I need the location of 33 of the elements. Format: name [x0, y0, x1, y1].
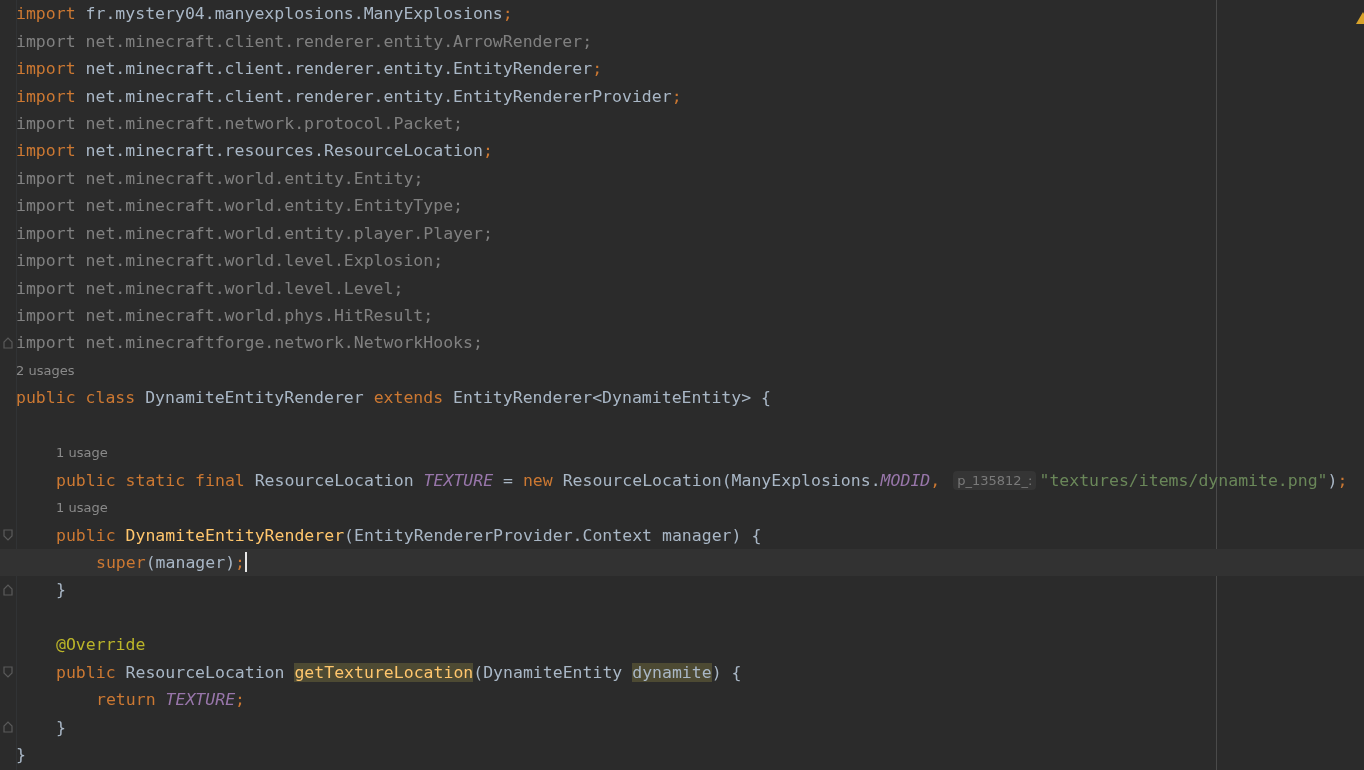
fold-marker-icon[interactable] [3, 583, 13, 596]
code-text: import net.minecraft.network.protocol.Packet; [16, 113, 464, 133]
code-text: import net.minecraft.client.renderer.entity.EntityRendererProvider; [16, 86, 682, 106]
code-text: import net.minecraft.world.entity.player.Player; [16, 223, 493, 243]
code-text: import net.minecraft.resources.ResourceLocation; [16, 141, 493, 161]
code-text: public ResourceLocation getTextureLocation(DynamiteEntity dynamite) { [56, 662, 742, 682]
code-text: import net.minecraft.world.entity.Entity; [16, 168, 424, 188]
code-text: public DynamiteEntityRenderer(EntityRendererProvider.Context manager) { [56, 525, 762, 545]
code-text: } [56, 580, 66, 600]
code-text: import net.minecraft.client.renderer.entity.ArrowRenderer; [16, 31, 593, 51]
code-text: public class DynamiteEntityRenderer extends EntityRenderer<DynamiteEntity> { [16, 388, 771, 408]
usage-count[interactable]: 1 usage [56, 500, 108, 516]
usage-count[interactable]: 1 usage [56, 445, 108, 461]
code-text: import net.minecraft.world.level.Level; [16, 278, 404, 298]
code-text: import net.minecraftforge.network.NetworkHooks; [16, 333, 483, 353]
code-text: @Override [56, 635, 146, 655]
code-text: import net.minecraft.world.phys.HitResult; [16, 306, 434, 326]
code-text: import fr.mystery04.manyexplosions.ManyExplosions; [16, 4, 513, 24]
fold-marker-icon[interactable] [3, 721, 13, 734]
fold-marker-icon[interactable] [3, 336, 13, 349]
code-text: import net.minecraft.client.renderer.entity.EntityRenderer; [16, 59, 603, 79]
code-text: } [16, 745, 26, 765]
code-text: "textures/items/dynamite.png"); [1039, 470, 1348, 490]
code-text: import net.minecraft.world.entity.EntityType; [16, 196, 464, 216]
code-text: import net.minecraft.world.level.Explosion; [16, 251, 444, 271]
code-text: } [56, 717, 66, 737]
code-text: public static final ResourceLocation TEXTURE = new ResourceLocation(ManyExplosions.MODID, [56, 470, 941, 490]
fold-marker-icon[interactable] [3, 666, 13, 679]
usage-count[interactable]: 2 usages [16, 362, 75, 378]
parameter-hint: p_135812_: [953, 470, 1037, 490]
code-text: super(manager); [96, 552, 245, 572]
code-text: return TEXTURE; [96, 690, 246, 710]
fold-marker-icon[interactable] [3, 529, 13, 542]
